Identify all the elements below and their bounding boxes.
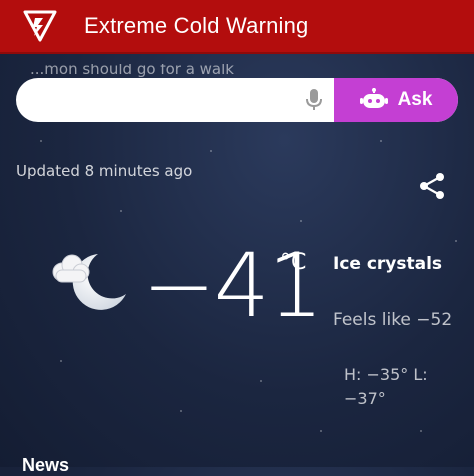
extreme-cold-warning-banner[interactable]: Extreme Cold Warning: [0, 0, 474, 54]
ask-button-label: Ask: [397, 89, 433, 110]
partly-cloudy-night-icon: [52, 254, 126, 310]
search-bar: Ask: [16, 78, 458, 122]
ask-button[interactable]: Ask: [334, 78, 458, 122]
news-section-heading: News: [22, 455, 70, 475]
weather-condition: Ice crystals: [333, 254, 443, 274]
microphone-icon[interactable]: [305, 88, 323, 112]
share-icon[interactable]: [418, 172, 446, 200]
feels-like: Feels like −52: [333, 310, 453, 330]
temperature-unit: °C: [280, 250, 307, 275]
updated-timestamp: Updated 8 minutes ago: [16, 162, 193, 180]
search-input[interactable]: [16, 78, 304, 122]
warning-flag-icon: [23, 10, 57, 42]
high-temperature: H: −35°: [344, 365, 409, 384]
high-low-temperatures: H: −35° L: −37°: [344, 363, 464, 411]
warning-title: Extreme Cold Warning: [84, 13, 309, 38]
faded-previous-query: ...mon should go for a walk: [30, 64, 234, 78]
robot-icon: [359, 88, 388, 108]
